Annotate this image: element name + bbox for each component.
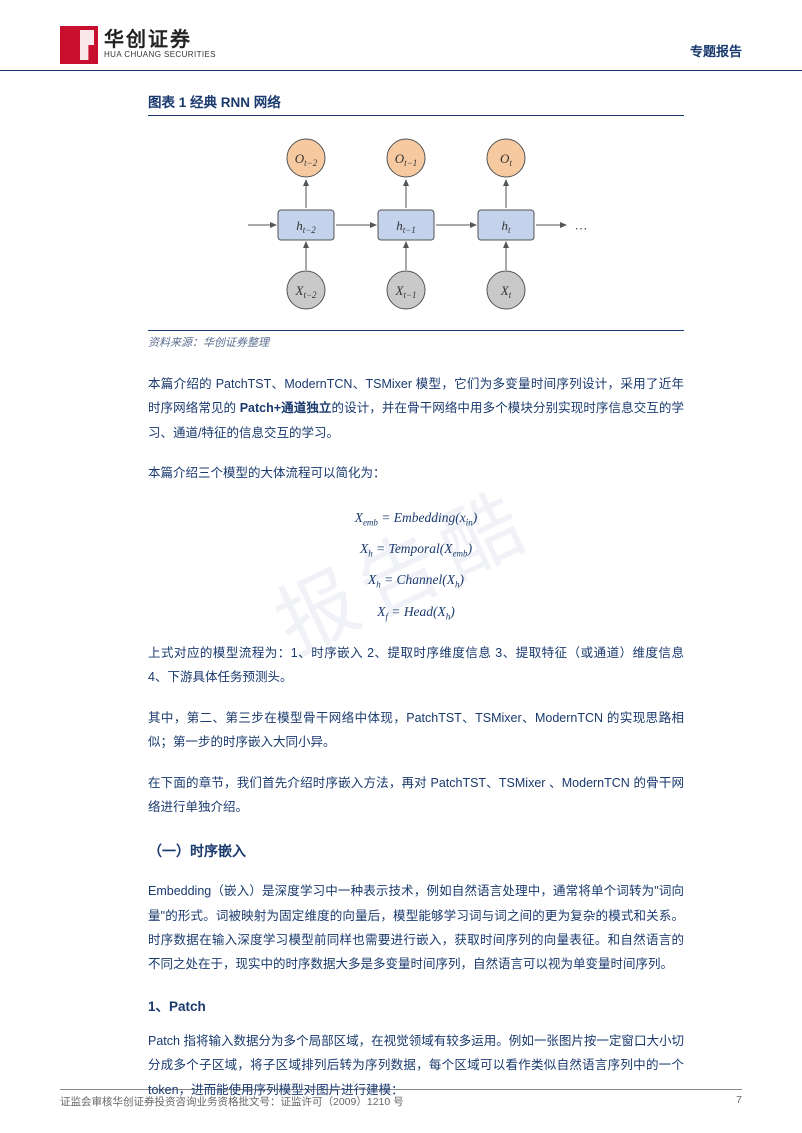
logo-icon xyxy=(60,26,98,64)
para-flow: 上式对应的模型流程为：1、时序嵌入 2、提取时序维度信息 3、提取特征（或通道）… xyxy=(148,641,684,690)
formula-1: Xemb = Embedding(xin) xyxy=(148,502,684,533)
header-report-type: 专题报告 xyxy=(690,41,742,64)
rnn-diagram: Ot−2 Ot−1 Ot ht−2 ht−1 ht Xt−2 Xt−1 Xt xyxy=(148,130,684,320)
page-header: 华创证券 HUA CHUANG SECURITIES 专题报告 xyxy=(0,0,802,71)
content-area: 图表 1 经典 RNN 网络 Ot−2 Ot−1 Ot ht−2 ht−1 ht xyxy=(0,71,802,1102)
logo-block: 华创证券 HUA CHUANG SECURITIES xyxy=(60,26,216,64)
para-steps: 其中，第二、第三步在模型骨干网络中体现，PatchTST、TSMixer、Mod… xyxy=(148,706,684,755)
sub-heading-patch: 1、Patch xyxy=(148,995,684,1015)
formula-4: Xf = Head(Xh) xyxy=(148,596,684,627)
figure-title-rule xyxy=(148,115,684,116)
logo-en: HUA CHUANG SECURITIES xyxy=(104,51,216,59)
logo-cn: 华创证券 xyxy=(104,30,216,51)
formula-block: Xemb = Embedding(xin) Xh = Temporal(Xemb… xyxy=(148,502,684,628)
formula-3: Xh = Channel(Xh) xyxy=(148,564,684,595)
rnn-svg: Ot−2 Ot−1 Ot ht−2 ht−1 ht Xt−2 Xt−1 Xt xyxy=(236,130,596,320)
figure-source: 资料来源：华创证券整理 xyxy=(148,330,684,350)
svg-text:…: … xyxy=(575,218,588,233)
para-patch: Patch 指将输入数据分为多个局部区域，在视觉领域有较多运用。例如一张图片按一… xyxy=(148,1029,684,1102)
section-heading-embedding: （一）时序嵌入 xyxy=(148,841,684,861)
para-intro: 本篇介绍的 PatchTST、ModernTCN、TSMixer 模型，它们为多… xyxy=(148,372,684,445)
para-next: 在下面的章节，我们首先介绍时序嵌入方法，再对 PatchTST、TSMixer … xyxy=(148,771,684,820)
figure-title: 图表 1 经典 RNN 网络 xyxy=(148,91,684,111)
para-embedding: Embedding（嵌入）是深度学习中一种表示技术，例如自然语言处理中，通常将单… xyxy=(148,879,684,977)
para-simplify: 本篇介绍三个模型的大体流程可以简化为： xyxy=(148,461,684,485)
formula-2: Xh = Temporal(Xemb) xyxy=(148,533,684,564)
